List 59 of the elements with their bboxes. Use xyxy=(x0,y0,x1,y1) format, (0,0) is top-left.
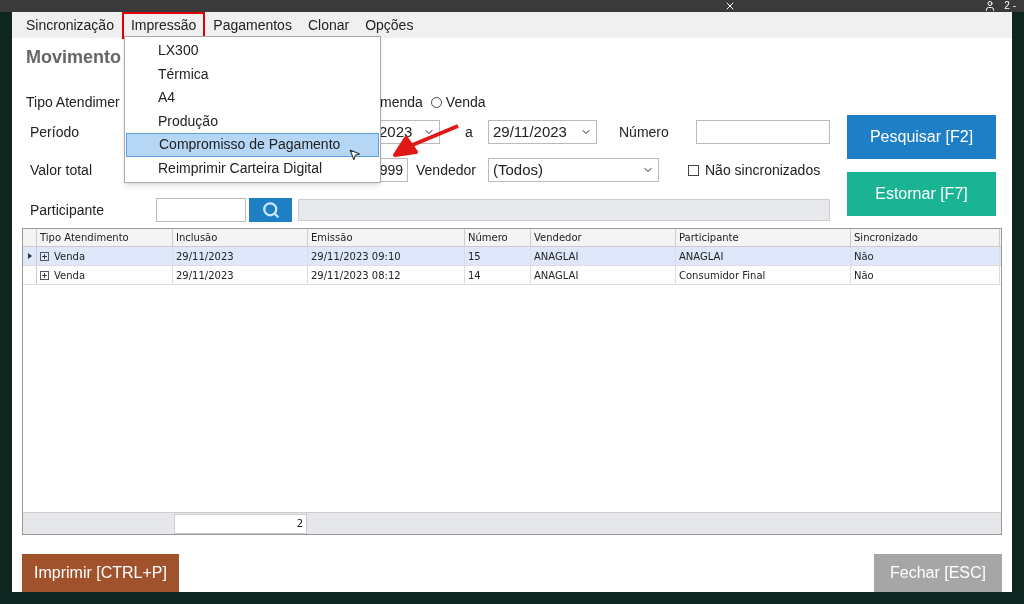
table-cell-text: 29/11/2023 08:12 xyxy=(311,268,401,283)
column-header[interactable]: Sincronizado xyxy=(851,229,1000,246)
participante-field[interactable] xyxy=(156,198,246,222)
cursor-icon xyxy=(348,148,361,161)
column-header[interactable]: Participante xyxy=(676,229,851,246)
menu-item[interactable]: Clonar xyxy=(299,11,358,39)
row-count-field: 2 xyxy=(174,513,307,534)
numero-field[interactable] xyxy=(696,120,830,144)
dropdown-item[interactable]: A4 xyxy=(126,86,379,110)
table-cell-text: Venda xyxy=(54,249,86,264)
print-button[interactable]: Imprimir [CTRL+P] xyxy=(22,554,179,592)
table-cell-text: 29/11/2023 09:10 xyxy=(311,249,401,264)
search-button[interactable] xyxy=(249,198,292,222)
column-header[interactable]: Número xyxy=(465,229,531,246)
vendedor-select[interactable]: (Todos) xyxy=(488,158,659,182)
search-icon xyxy=(261,201,280,219)
menu-item[interactable]: Opções xyxy=(357,11,422,39)
venda-radio[interactable]: Venda xyxy=(430,91,486,113)
expand-icon[interactable] xyxy=(40,251,49,261)
table-cell-text: Não xyxy=(854,268,874,283)
table-cell-text: ANAGLAI xyxy=(534,268,579,283)
table-cell-text: 14 xyxy=(468,268,481,283)
field-label: Valor total xyxy=(30,161,92,178)
dropdown-item[interactable]: Reimprimir Carteira Digital xyxy=(126,156,379,180)
table-cell-text: 15 xyxy=(468,249,481,264)
page-title: Movimento xyxy=(26,46,121,69)
dropdown-item[interactable]: Compromisso de Pagamento xyxy=(126,133,379,157)
table-cell-text: ANAGLAI xyxy=(534,249,579,264)
table-row[interactable]: Venda 29/11/2023 29/11/2023 08:12 14 ANAGLAI Consumidor Final Não xyxy=(23,266,1001,285)
menu-item[interactable]: Pagamentos xyxy=(205,11,300,39)
table-cell-text: ANAGLAI xyxy=(679,249,724,264)
table-cell-text: Venda xyxy=(54,268,86,283)
column-header[interactable]: Emissão xyxy=(308,229,465,246)
table-row[interactable]: Venda 29/11/2023 29/11/2023 09:10 15 ANAGLAI ANAGLAI Não xyxy=(23,247,1001,266)
column-header[interactable]: Tipo Atendimento xyxy=(37,229,173,246)
table-cell-text: 29/11/2023 xyxy=(176,268,234,283)
field-label: Vendedor xyxy=(416,160,477,180)
dropdown-item[interactable]: LX300 xyxy=(126,39,379,63)
sync-checkbox[interactable]: Não sincronizados xyxy=(688,159,821,181)
field-label: Número xyxy=(619,122,670,142)
table-cell-text: Consumidor Final xyxy=(679,268,766,283)
menu-item[interactable]: Sincronização xyxy=(18,11,122,39)
expand-icon[interactable] xyxy=(40,270,49,280)
date-field[interactable]: 29/11/2023 xyxy=(488,120,597,144)
user-icon xyxy=(984,0,997,12)
table-cell-text: Não xyxy=(854,249,874,264)
user-label: 2 - xyxy=(1004,1,1016,11)
field-label: Participante xyxy=(29,200,105,220)
range-separator: a xyxy=(465,122,474,142)
column-header[interactable]: Inclusão xyxy=(173,229,308,246)
radio-label: menda xyxy=(380,92,423,112)
field-label: Período xyxy=(30,123,80,140)
column-header[interactable]: Vendedor xyxy=(531,229,676,246)
search-button[interactable]: Pesquisar [F2] xyxy=(847,115,996,159)
row-indicator-icon xyxy=(27,253,32,259)
dropdown-item[interactable]: Produção xyxy=(126,109,379,133)
table-cell-text: 29/11/2023 xyxy=(176,249,234,264)
field-label: Tipo Atendimer xyxy=(26,93,120,110)
dropdown-item[interactable]: Térmica xyxy=(126,62,379,86)
